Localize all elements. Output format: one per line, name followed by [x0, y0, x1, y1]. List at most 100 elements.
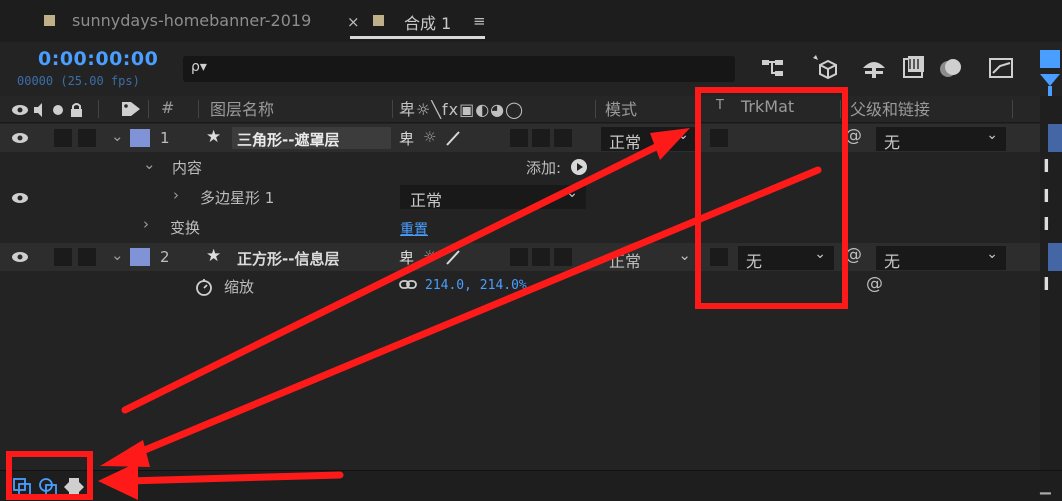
bottom-bar: ▁	[0, 470, 1062, 501]
parent-dropdown[interactable]: 无 ⌄	[876, 246, 1006, 271]
quality-switch-icon[interactable]	[445, 130, 461, 146]
shy-switch-icon[interactable]: 卑	[399, 247, 414, 268]
blend-mode-value: 正常	[609, 252, 642, 271]
visibility-eye-icon[interactable]	[11, 191, 31, 205]
shape-layer-star-icon: ★	[206, 246, 222, 266]
column-index: #	[161, 98, 175, 117]
transform-label: 变换	[170, 219, 201, 237]
layer-name-field[interactable]: 三角形--遮罩层	[232, 127, 391, 149]
timeline-edge: I I I I	[1040, 96, 1062, 476]
chevron-down-icon[interactable]: ⌄	[111, 127, 124, 145]
column-switches: 卑☼╲fx▣◐◕◯	[399, 100, 525, 119]
draft-3d-icon[interactable]	[810, 53, 838, 81]
layer-index: 2	[160, 248, 170, 266]
scale-row[interactable]: 缩放 214.0, 214.0% @	[0, 272, 1040, 301]
reset-link[interactable]: 重置	[400, 219, 428, 239]
chevron-right-icon[interactable]: ›	[143, 215, 149, 233]
scale-label: 缩放	[224, 278, 255, 296]
annotation-highlight-switches	[6, 451, 93, 500]
label-color-swatch[interactable]	[130, 129, 150, 147]
contents-label: 内容	[172, 159, 203, 177]
polystar-mode-value: 正常	[410, 191, 443, 210]
tab-homebanner[interactable]: sunnydays-homebanner-2019	[72, 11, 311, 30]
polystar-row[interactable]: › 多边星形 1 正常 ⌄	[0, 182, 1040, 211]
chevron-down-icon: ⌄	[566, 185, 578, 201]
shy-switch-icon[interactable]: 卑	[399, 128, 414, 149]
chevron-down-icon: ⌄	[986, 127, 998, 143]
tab-composition-1[interactable]: 合成 1	[404, 10, 451, 34]
column-layer-name[interactable]: 图层名称	[210, 96, 274, 120]
close-icon[interactable]: ×	[347, 13, 360, 31]
frame-rate-info: 00000 (25.00 fps)	[17, 74, 140, 88]
layer-duration-bar[interactable]	[1048, 124, 1062, 152]
collapse-switch-icon[interactable]: ☼	[423, 128, 436, 146]
switch-box[interactable]	[554, 248, 572, 266]
chevron-down-icon[interactable]: ⌄	[143, 155, 156, 173]
switch-box[interactable]	[554, 129, 572, 147]
zoom-out-icon[interactable]: ▁	[1040, 479, 1051, 495]
in-point-marker: I	[1043, 214, 1050, 235]
lock-toggle[interactable]	[78, 248, 96, 266]
parent-value: 无	[884, 252, 901, 271]
stopwatch-icon[interactable]	[194, 277, 214, 297]
add-play-icon[interactable]	[570, 158, 588, 176]
shape-layer-star-icon: ★	[206, 127, 222, 147]
composition-flowchart-icon[interactable]	[760, 57, 786, 81]
composition-swatch-icon	[44, 15, 55, 26]
layer-row-2[interactable]: ⌄ 2 ★ 正方形--信息层 卑 ☼ 正常 ⌄ 无 ⌄ @ 无 ⌄	[0, 243, 1040, 271]
search-input[interactable]	[213, 58, 727, 80]
quality-switch-icon[interactable]	[445, 249, 461, 265]
scale-value[interactable]: 214.0, 214.0%	[425, 278, 527, 293]
chevron-down-icon: ⌄	[677, 127, 689, 143]
label-icon	[122, 102, 140, 116]
expression-pick-whip-icon[interactable]: @	[866, 274, 883, 294]
transform-row[interactable]: › 变换 重置	[0, 213, 1040, 242]
label-color-swatch[interactable]	[130, 248, 150, 266]
playhead-icon[interactable]	[1038, 50, 1062, 96]
layer-name: 三角形--遮罩层	[237, 131, 340, 149]
layer-name[interactable]: 正方形--信息层	[237, 248, 339, 269]
in-point-marker: I	[1043, 274, 1050, 295]
add-label[interactable]: 添加:	[526, 157, 561, 178]
switch-box[interactable]	[532, 248, 550, 266]
layer-duration-bar[interactable]	[1048, 243, 1062, 271]
in-point-marker: I	[1043, 156, 1050, 177]
current-time-display[interactable]: 0:00:00:00	[38, 48, 158, 70]
frame-blending-icon[interactable]	[900, 55, 926, 81]
composition-swatch-icon	[373, 15, 384, 26]
motion-blur-icon[interactable]	[938, 55, 964, 81]
column-parent-link[interactable]: 父级和链接	[850, 96, 930, 120]
layer-search-field[interactable]: ρ▾	[183, 56, 735, 82]
hide-shy-layers-icon[interactable]	[861, 56, 887, 80]
polystar-mode-dropdown[interactable]: 正常 ⌄	[400, 185, 586, 210]
solo-toggle[interactable]	[54, 248, 72, 266]
blend-mode-dropdown[interactable]: 正常 ⌄	[601, 246, 697, 271]
column-mode[interactable]: 模式	[605, 96, 637, 120]
chevron-down-icon: ⌄	[986, 246, 998, 262]
annotation-highlight-trkmat	[695, 87, 848, 309]
chevron-right-icon[interactable]: ›	[173, 186, 179, 204]
switch-box[interactable]	[532, 129, 550, 147]
av-features-icons	[12, 103, 82, 117]
contents-row: ⌄ 内容 添加:	[0, 153, 1040, 182]
polystar-name: 多边星形 1	[200, 189, 275, 207]
parent-dropdown[interactable]: 无 ⌄	[876, 127, 1006, 152]
chevron-down-icon: ⌄	[678, 246, 691, 264]
lock-toggle[interactable]	[78, 129, 96, 147]
graph-editor-icon[interactable]	[988, 55, 1016, 81]
collapse-switch-icon[interactable]: ☼	[423, 247, 436, 265]
chevron-down-icon[interactable]: ⌄	[111, 246, 124, 264]
visibility-eye-icon[interactable]	[11, 250, 31, 264]
solo-toggle[interactable]	[54, 129, 72, 147]
search-icon: ρ▾	[191, 59, 207, 75]
column-header: # 图层名称 卑☼╲fx▣◐◕◯ 模式 T TrkMat 父级和链接	[0, 96, 1040, 123]
layer-row-1[interactable]: ⌄ 1 ★ 三角形--遮罩层 卑 ☼ 正常 ⌄ @ 无 ⌄	[0, 124, 1040, 152]
switch-box[interactable]	[510, 248, 528, 266]
panel-menu-icon[interactable]: ≡	[473, 12, 486, 30]
in-point-marker: I	[1043, 186, 1050, 207]
constrain-proportions-icon[interactable]	[399, 278, 419, 292]
visibility-eye-icon[interactable]	[11, 131, 31, 145]
blend-mode-value: 正常	[609, 133, 642, 152]
switch-box[interactable]	[510, 129, 528, 147]
blend-mode-dropdown[interactable]: 正常 ⌄	[601, 127, 697, 152]
